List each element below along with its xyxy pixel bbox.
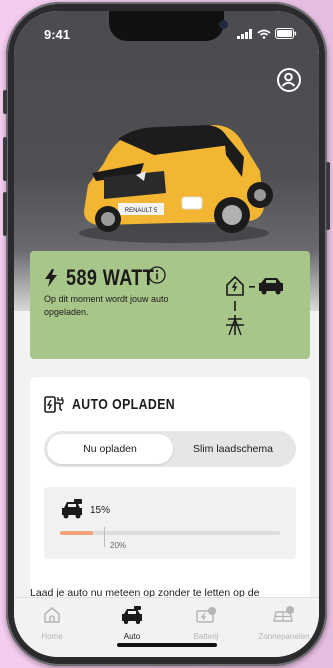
power-card: 589 WATT Op dit moment wordt jouw auto o… xyxy=(30,251,310,359)
power-description: Op dit moment wordt jouw auto opgeladen. xyxy=(44,294,169,317)
battery-progress-track xyxy=(60,531,280,535)
tab-battery[interactable]: Batterij xyxy=(174,606,238,641)
tab-home[interactable]: Home xyxy=(20,606,84,641)
power-button xyxy=(326,162,330,230)
signal-icon xyxy=(237,28,252,39)
power-value: 589 WATT xyxy=(66,265,155,290)
volume-down-button xyxy=(3,192,7,236)
wifi-icon xyxy=(257,29,271,39)
battery-percentage: 15% xyxy=(90,505,111,516)
car-image: RENAULT 5 xyxy=(79,125,273,243)
bottom-tab-bar: Home Auto Batterij Zonnepanelen xyxy=(14,597,319,657)
tab-smart-schedule[interactable]: Slim laadschema xyxy=(173,434,293,464)
user-icon xyxy=(281,72,296,87)
energy-flow-diagram xyxy=(226,275,283,336)
home-indicator xyxy=(117,643,217,647)
mute-switch xyxy=(3,90,7,114)
charging-mode-toggle: Nu opladen Slim laadschema xyxy=(44,431,296,467)
target-label: 20% xyxy=(110,541,127,550)
flow-line-vertical xyxy=(234,301,236,311)
tab-battery-label: Batterij xyxy=(193,632,219,641)
status-icons xyxy=(237,28,297,39)
battery-progress-box: 15% 20% xyxy=(44,487,296,559)
tab-auto[interactable]: Auto xyxy=(100,606,164,641)
camera xyxy=(219,20,228,29)
lightning-icon xyxy=(45,269,57,287)
info-icon[interactable] xyxy=(148,266,166,284)
status-time: 9:41 xyxy=(44,27,71,42)
car-battery-icon xyxy=(62,499,82,519)
tab-auto-label: Auto xyxy=(123,632,141,641)
house-charging-icon xyxy=(226,275,244,296)
license-plate: RENAULT 5 xyxy=(125,208,158,214)
target-marker xyxy=(104,527,105,547)
profile-button[interactable] xyxy=(277,68,301,92)
solar-panel-icon xyxy=(273,606,294,622)
charger-icon xyxy=(44,396,64,413)
volume-up-button xyxy=(3,137,7,181)
notch xyxy=(109,11,228,41)
tab-charge-now[interactable]: Nu opladen xyxy=(47,434,173,464)
app-screen: 9:41 RENAULT 5 589 WATT Op dit moment wo… xyxy=(14,11,319,657)
section-title: AUTO OPLADEN xyxy=(72,395,176,413)
car-flow-icon xyxy=(259,278,283,295)
status-bar: 9:41 xyxy=(14,11,319,55)
battery-progress-fill xyxy=(60,531,93,535)
car-icon xyxy=(122,606,142,625)
battery-status-icon xyxy=(275,28,297,39)
tab-solar[interactable]: Zonnepanelen xyxy=(252,606,316,641)
tab-solar-label: Zonnepanelen xyxy=(258,632,310,641)
home-icon xyxy=(44,607,60,623)
section-header: AUTO OPLADEN xyxy=(44,395,198,413)
tab-home-label: Home xyxy=(41,632,63,641)
flow-line-horizontal xyxy=(249,286,255,288)
battery-icon xyxy=(196,607,216,623)
power-grid-icon xyxy=(226,315,244,336)
